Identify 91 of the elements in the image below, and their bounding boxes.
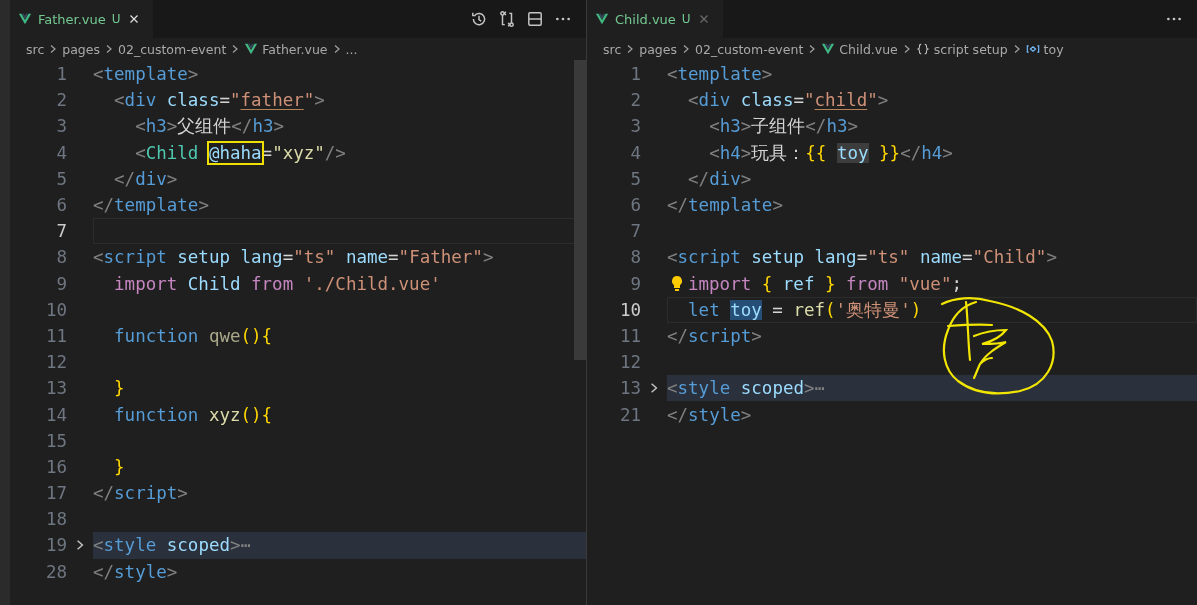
code-line: </style> — [667, 404, 752, 425]
line-number: 10 — [618, 299, 641, 320]
code-line: function qwe(){ — [113, 325, 273, 346]
code-line: <template> — [93, 64, 199, 85]
untracked-status: U — [681, 12, 691, 26]
code-line: <h3>子组件</h3> — [708, 115, 858, 139]
code-line: <h4>玩具：{{ toy }}</h4> — [708, 141, 953, 165]
code-line: function xyz(){ — [113, 404, 273, 425]
line-number: 28 — [44, 561, 67, 582]
line-number: 14 — [44, 404, 67, 425]
editor-tab[interactable]: Father.vue U — [10, 0, 153, 38]
line-number: 18 — [44, 509, 67, 530]
line-number: 11 — [44, 325, 67, 346]
code-line: </style> — [93, 561, 178, 582]
compare-changes-icon[interactable] — [498, 10, 516, 28]
line-number: 9 — [55, 273, 67, 294]
line-number: 6 — [55, 195, 67, 216]
code-line: import { ref } from "vue"; — [688, 273, 962, 294]
braces-icon — [915, 42, 930, 56]
tab-label: Father.vue — [38, 11, 106, 27]
chevron-icon — [681, 44, 691, 54]
line-number: 12 — [44, 352, 67, 373]
breadcrumb-item[interactable]: ... — [345, 41, 358, 57]
code-line: <div class="child"> — [687, 90, 889, 111]
line-number: 8 — [55, 247, 67, 268]
code-line: <script setup lang="ts" name="Child"> — [667, 247, 1057, 268]
line-number: 17 — [44, 483, 67, 504]
line-number: 8 — [629, 247, 641, 268]
breadcrumb-item[interactable]: src — [26, 41, 45, 57]
breadcrumb-item[interactable]: toy — [1043, 41, 1064, 57]
line-number: 12 — [618, 352, 641, 373]
code-line: <script setup lang="ts" name="Father"> — [93, 247, 494, 268]
editor-tab[interactable]: Child.vue U — [587, 0, 723, 38]
code-line: </template> — [93, 195, 209, 216]
line-number: 6 — [629, 195, 641, 216]
fold-chevron-icon[interactable] — [74, 539, 86, 552]
line-number: 13 — [618, 378, 641, 399]
code-line: <style scoped>⋯ — [93, 535, 252, 556]
code-line: </div> — [687, 168, 752, 189]
code-line: </div> — [113, 168, 178, 189]
line-number: 5 — [55, 168, 67, 189]
code-line: </script> — [667, 325, 762, 346]
line-number: 7 — [629, 221, 641, 242]
line-number: 5 — [629, 168, 641, 189]
line-number: 13 — [44, 378, 67, 399]
vue-icon — [595, 12, 609, 26]
variable-icon — [1025, 42, 1040, 56]
history-icon[interactable] — [470, 10, 488, 28]
line-number: 7 — [55, 221, 67, 242]
chevron-icon — [104, 44, 114, 54]
code-line: <h3>父组件</h3> — [134, 115, 284, 139]
line-number: 1 — [629, 64, 641, 85]
code-line: } — [113, 378, 125, 399]
line-number: 11 — [618, 325, 641, 346]
line-number: 2 — [55, 90, 67, 111]
vue-icon — [821, 42, 836, 56]
vue-icon — [244, 42, 259, 56]
code-line: } — [113, 456, 125, 477]
breadcrumb-item[interactable]: script setup — [933, 41, 1008, 57]
breadcrumb-item[interactable]: src — [603, 41, 622, 57]
vue-icon — [18, 12, 32, 26]
line-number: 19 — [44, 535, 67, 556]
breadcrumb-item[interactable]: Child.vue — [839, 41, 898, 57]
code-line: <template> — [667, 64, 773, 85]
untracked-status: U — [111, 12, 121, 26]
tab-label: Child.vue — [615, 11, 676, 27]
breadcrumb-item[interactable]: 02_custom-event — [118, 41, 227, 57]
code-line: let toy = ref('奥特曼') — [687, 298, 922, 322]
line-number: 1 — [55, 64, 67, 85]
breadcrumb-item[interactable]: 02_custom-event — [695, 41, 804, 57]
line-number: 3 — [55, 116, 67, 137]
code-line: <style scoped>⋯ — [667, 378, 826, 399]
split-editor-icon[interactable] — [526, 10, 544, 28]
line-number: 21 — [618, 404, 641, 425]
line-number: 4 — [629, 142, 641, 163]
breadcrumb-item[interactable]: pages — [639, 41, 677, 57]
code-line: </template> — [667, 195, 783, 216]
code-line: import Child from './Child.vue' — [113, 273, 441, 294]
code-line: <div class="father"> — [113, 90, 325, 111]
line-number: 16 — [44, 456, 67, 477]
scrollbar-thumb[interactable] — [574, 60, 586, 360]
line-number: 3 — [629, 116, 641, 137]
line-number: 9 — [629, 273, 641, 294]
breadcrumb-item[interactable]: pages — [62, 41, 100, 57]
line-number: 15 — [44, 430, 67, 451]
line-number: 2 — [629, 90, 641, 111]
line-number: 10 — [44, 299, 67, 320]
code-line: </script> — [93, 483, 188, 504]
fold-chevron-icon[interactable] — [648, 382, 660, 395]
breadcrumb-item[interactable]: Father.vue — [262, 41, 328, 57]
line-number: 4 — [55, 142, 67, 163]
